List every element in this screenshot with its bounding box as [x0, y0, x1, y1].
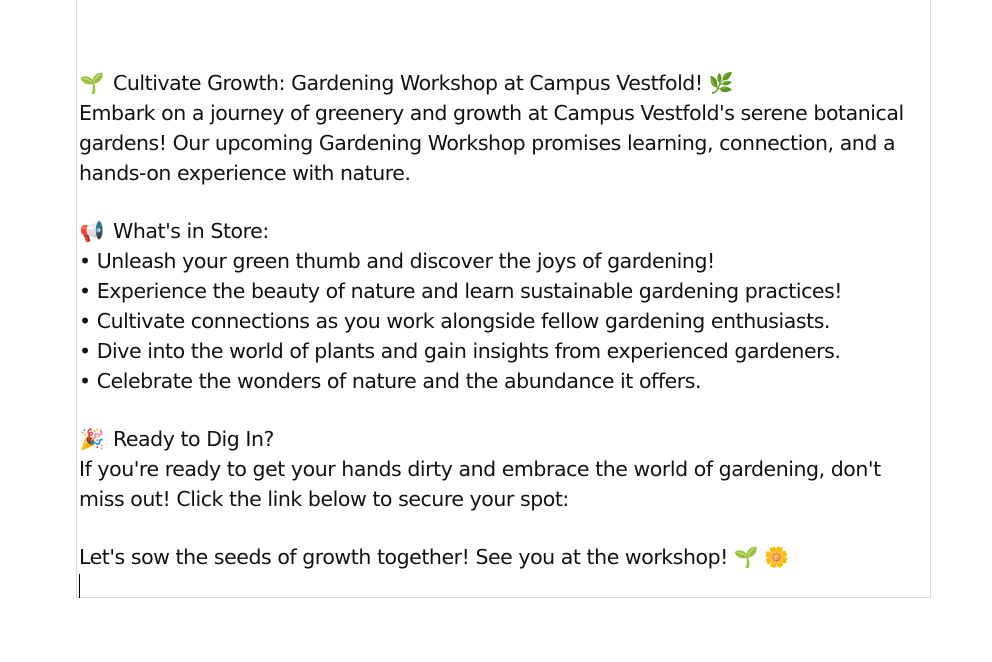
- bullet-item: • Cultivate connections as you work alon…: [79, 309, 830, 333]
- seedling-icon: 🌱: [79, 71, 105, 95]
- intro-paragraph: Embark on a journey of greenery and grow…: [79, 101, 904, 185]
- post-title: Cultivate Growth: Gardening Workshop at …: [113, 71, 703, 95]
- seedling-flower-icons: 🌱 🌼: [733, 545, 789, 569]
- closing-text: Let's sow the seeds of growth together! …: [79, 545, 728, 569]
- closing-line: Let's sow the seeds of growth together! …: [79, 542, 919, 572]
- post-title-line: 🌱 Cultivate Growth: Gardening Workshop at…: [79, 68, 919, 98]
- section-heading-whats-in-store: 📢 What's in Store:: [79, 216, 919, 246]
- section-heading-text: What's in Store:: [113, 219, 269, 243]
- megaphone-icon: 📢: [79, 219, 105, 243]
- section-heading-ready: 🎉 Ready to Dig In?: [79, 424, 919, 454]
- bullet-item: • Experience the beauty of nature and le…: [79, 279, 843, 303]
- text-editor[interactable]: 🌱 Cultivate Growth: Gardening Workshop at…: [76, 0, 931, 598]
- section-heading-text: Ready to Dig In?: [113, 427, 274, 451]
- bullet-item: • Celebrate the wonders of nature and th…: [79, 369, 702, 393]
- herb-icon: 🌿: [708, 71, 734, 95]
- cta-paragraph: If you're ready to get your hands dirty …: [79, 457, 881, 511]
- text-cursor: [79, 574, 80, 598]
- bullet-item: • Dive into the world of plants and gain…: [79, 339, 841, 363]
- bullet-item: • Unleash your green thumb and discover …: [79, 249, 715, 273]
- post-content[interactable]: 🌱 Cultivate Growth: Gardening Workshop at…: [79, 68, 919, 572]
- party-popper-icon: 🎉: [79, 427, 105, 451]
